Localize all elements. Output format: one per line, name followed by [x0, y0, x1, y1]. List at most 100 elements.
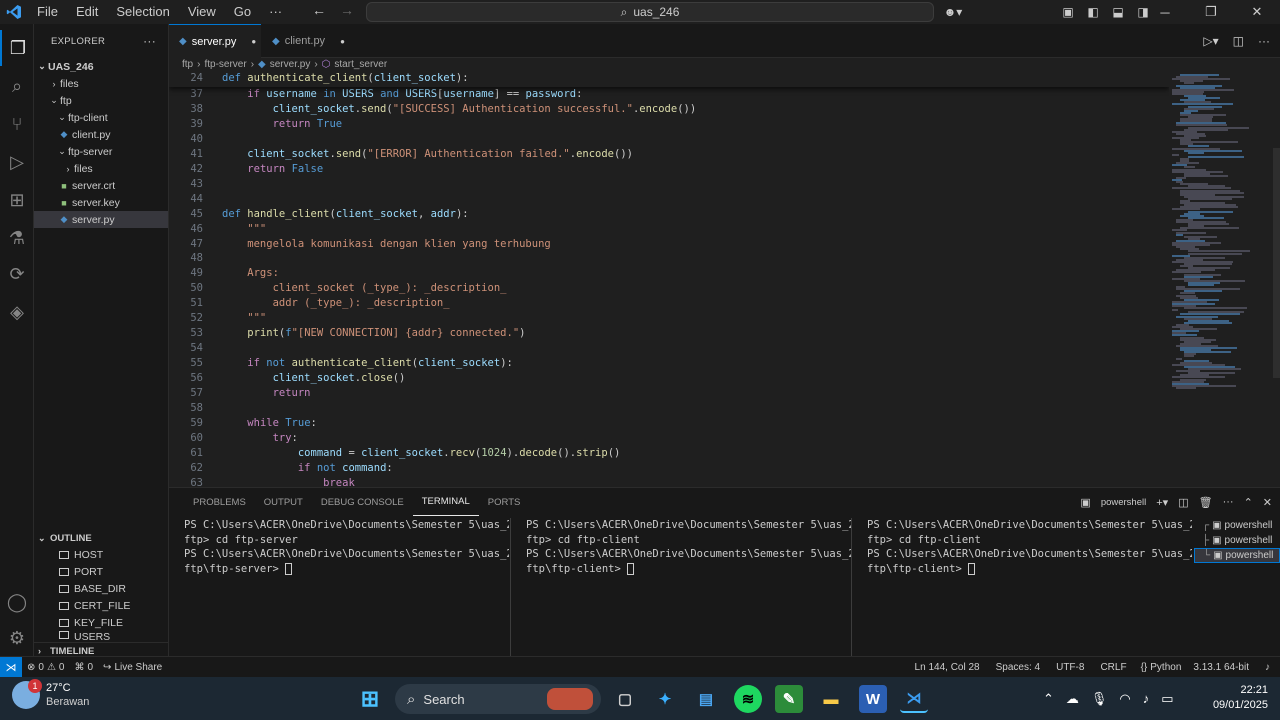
terminal-divider[interactable]: [510, 518, 511, 658]
source-control-icon[interactable]: ⑂: [0, 106, 34, 142]
terminal-pane-3[interactable]: PS C:\Users\ACER\OneDrive\Documents\Seme…: [867, 518, 1192, 658]
vscode-app-icon[interactable]: ⋊: [900, 685, 928, 713]
outline-section-header[interactable]: ⌄ OUTLINE: [34, 530, 169, 547]
close-panel-icon[interactable]: ✕: [1263, 496, 1272, 509]
run-icon[interactable]: ▷▾: [1203, 34, 1218, 48]
close-icon[interactable]: ✕: [1234, 4, 1280, 20]
tree-item-ftp-client[interactable]: ⌄ ftp-client: [34, 109, 168, 126]
encoding[interactable]: UTF-8: [1048, 662, 1092, 673]
split-editor-icon[interactable]: ◫: [1233, 34, 1244, 48]
python-interpreter[interactable]: 3.13.1 64-bit: [1187, 662, 1255, 673]
language-mode[interactable]: {} Python: [1135, 662, 1188, 673]
end-of-line[interactable]: CRLF: [1092, 662, 1134, 673]
explorer-more-icon[interactable]: ···: [143, 34, 156, 48]
unsaved-dot-icon[interactable]: ●: [251, 37, 256, 46]
layout-icon[interactable]: ▣: [1056, 5, 1080, 19]
outline-item[interactable]: CERT_FILE: [34, 597, 169, 614]
breadcrumb-item[interactable]: start_server: [334, 59, 387, 70]
tree-item-files[interactable]: › files: [34, 75, 168, 92]
weather-widget[interactable]: 1 27°C Berawan: [12, 679, 89, 709]
toggle-panel-icon[interactable]: ⬓: [1106, 5, 1130, 19]
tab-terminal[interactable]: TERMINAL: [412, 488, 479, 516]
minimap[interactable]: [1168, 71, 1280, 487]
battery-icon[interactable]: ▭: [1161, 691, 1173, 707]
chevron-up-icon[interactable]: ⌃: [1043, 691, 1054, 707]
windows-start-icon[interactable]: ⊞: [356, 685, 384, 713]
code-editor[interactable]: 24 def authenticate_client(client_socket…: [169, 71, 1169, 487]
menu-go[interactable]: Go: [225, 0, 260, 24]
menu-view[interactable]: View: [179, 0, 225, 24]
extensions-icon[interactable]: ⊞: [0, 182, 34, 218]
tree-item-server-py[interactable]: ◆ server.py: [34, 211, 168, 228]
breadcrumb-item[interactable]: ftp-server: [204, 59, 246, 70]
menu-edit[interactable]: Edit: [67, 0, 107, 24]
command-center-search[interactable]: ⌕ uas_246: [366, 2, 934, 22]
spotify-app-icon[interactable]: ≋: [734, 685, 762, 713]
explorer-icon[interactable]: ❐: [0, 30, 34, 66]
forward-arrow-icon[interactable]: →: [340, 2, 354, 18]
taskbar-search[interactable]: ⌕ Search: [395, 684, 601, 714]
search-icon[interactable]: ⌕: [0, 68, 34, 104]
toggle-sidebar-icon[interactable]: ◧: [1081, 5, 1105, 19]
tree-item-server-key[interactable]: ■ server.key: [34, 194, 168, 211]
terminal-list-item[interactable]: ┌ ▣ powershell: [1194, 518, 1280, 533]
minimize-icon[interactable]: ─: [1142, 5, 1188, 20]
clock[interactable]: 22:21 09/01/2025: [1213, 683, 1268, 713]
notifications-bell-icon[interactable]: ♪: [1255, 662, 1280, 673]
cursor-position[interactable]: Ln 144, Col 28: [907, 662, 988, 673]
python-icon[interactable]: ◈: [0, 294, 34, 330]
copilot-icon[interactable]: ☻▾: [941, 5, 965, 19]
tree-item-ftp[interactable]: ⌄ ftp: [34, 92, 168, 109]
outline-item[interactable]: HOST: [34, 546, 169, 563]
breadcrumb-item[interactable]: ftp: [182, 59, 193, 70]
ports-status[interactable]: ⌘ 0: [69, 662, 98, 673]
wifi-icon[interactable]: ◠: [1119, 691, 1130, 707]
terminal-list-item[interactable]: ├ ▣ powershell: [1194, 533, 1280, 548]
tab-debug-console[interactable]: DEBUG CONSOLE: [312, 488, 413, 516]
tree-item-server-files[interactable]: › files: [34, 160, 168, 177]
file-explorer-icon[interactable]: ▬: [817, 685, 845, 713]
indentation[interactable]: Spaces: 4: [988, 662, 1048, 673]
menu-selection[interactable]: Selection: [107, 0, 178, 24]
more-actions-icon[interactable]: ···: [1223, 496, 1234, 508]
tab-output[interactable]: OUTPUT: [255, 488, 312, 516]
outline-item[interactable]: PORT: [34, 563, 169, 580]
outline-item[interactable]: BASE_DIR: [34, 580, 169, 597]
account-icon[interactable]: ◯: [0, 584, 34, 620]
terminal-pane-2[interactable]: PS C:\Users\ACER\OneDrive\Documents\Seme…: [526, 518, 851, 658]
unsaved-dot-icon[interactable]: ●: [340, 37, 345, 46]
menu-file[interactable]: File: [28, 0, 67, 24]
outline-item[interactable]: KEY_FILE: [34, 614, 169, 631]
sticky-scroll[interactable]: 24 def authenticate_client(client_socket…: [169, 71, 1169, 87]
tab-server-py[interactable]: ◆ server.py ●: [169, 24, 261, 58]
breadcrumb-item[interactable]: server.py: [270, 59, 311, 70]
more-actions-icon[interactable]: ···: [1258, 34, 1270, 48]
run-debug-icon[interactable]: ▷: [0, 144, 34, 180]
split-terminal-icon[interactable]: ◫: [1178, 496, 1188, 509]
restore-icon[interactable]: ❐: [1188, 4, 1234, 20]
volume-icon[interactable]: ♪: [1143, 691, 1150, 706]
settings-gear-icon[interactable]: ⚙: [0, 620, 34, 656]
remote-explorer-icon[interactable]: ⟳: [0, 256, 34, 292]
terminal-divider[interactable]: [851, 518, 852, 658]
maximize-panel-icon[interactable]: ⌃: [1244, 496, 1253, 509]
cloud-icon[interactable]: ☁: [1066, 691, 1079, 707]
menu-more[interactable]: ···: [260, 0, 291, 24]
tree-item-ftp-server[interactable]: ⌄ ftp-server: [34, 143, 168, 160]
tab-ports[interactable]: PORTS: [479, 488, 530, 516]
new-terminal-icon[interactable]: +▾: [1156, 496, 1168, 509]
microphone-icon[interactable]: 🎙: [1091, 691, 1108, 707]
word-app-icon[interactable]: W: [859, 685, 887, 713]
tree-root[interactable]: ⌄ UAS_246: [34, 58, 168, 75]
tab-client-py[interactable]: ◆ client.py ●: [262, 24, 354, 58]
trash-icon[interactable]: 🗑: [1199, 496, 1213, 509]
testing-icon[interactable]: ⚗: [0, 220, 34, 256]
notes-app-icon[interactable]: ✎: [775, 685, 803, 713]
live-share-status[interactable]: ↪ Live Share: [98, 662, 167, 673]
notepad-app-icon[interactable]: ▤: [692, 685, 720, 713]
task-view-icon[interactable]: ▢: [611, 685, 639, 713]
back-arrow-icon[interactable]: ←: [312, 2, 326, 18]
tab-problems[interactable]: PROBLEMS: [184, 488, 255, 516]
editor-scrollbar[interactable]: [1273, 148, 1280, 378]
terminal-list-item[interactable]: └ ▣ powershell: [1194, 548, 1280, 563]
